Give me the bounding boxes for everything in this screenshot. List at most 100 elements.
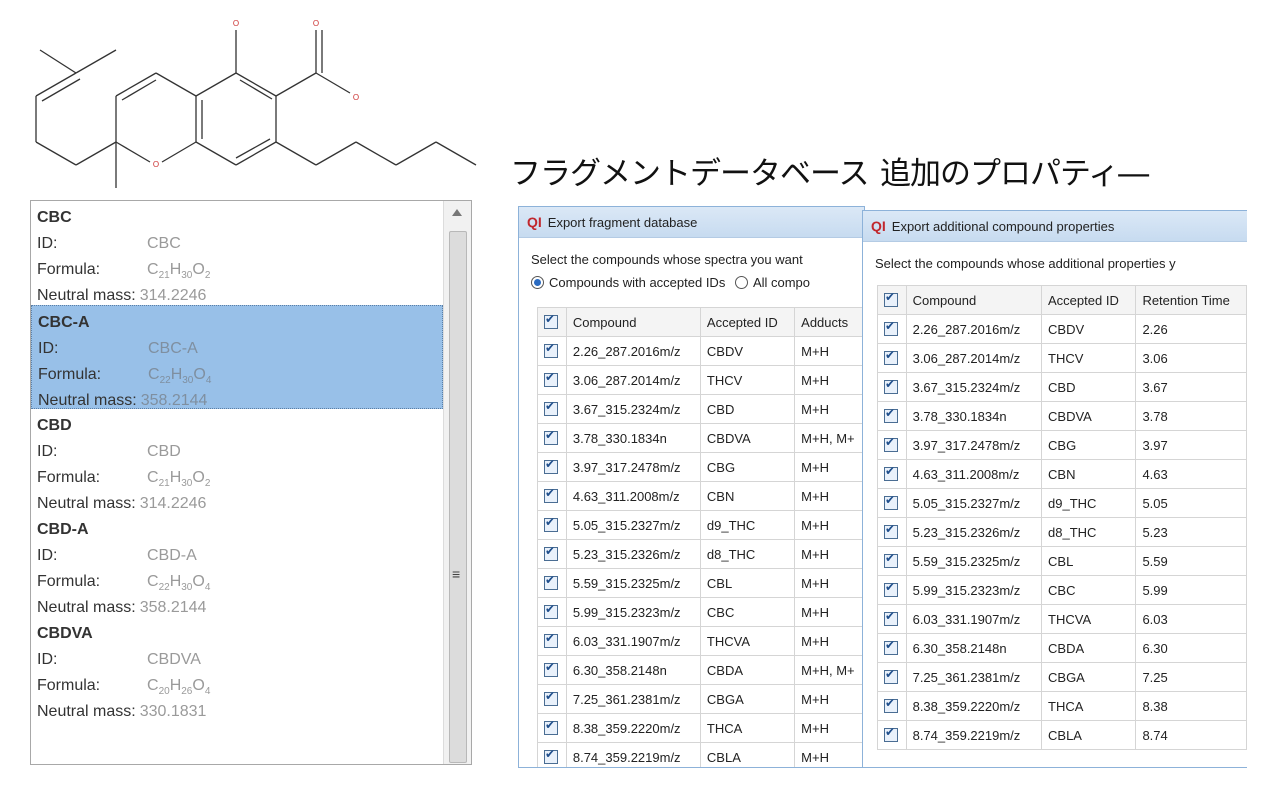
table-row[interactable]: 3.06_287.2014m/zTHCVM+H: [537, 365, 864, 395]
column-header[interactable]: Accepted ID: [699, 307, 796, 337]
checkbox-checked-icon[interactable]: [884, 493, 898, 510]
checkbox-checked-icon[interactable]: [544, 602, 558, 619]
table-row[interactable]: 3.78_330.1834nCBDVA3.78: [877, 401, 1247, 431]
table-row[interactable]: 8.38_359.2220m/zTHCA8.38: [877, 691, 1247, 721]
row-checkbox[interactable]: [877, 372, 907, 402]
table-row[interactable]: 6.03_331.1907m/zTHCVAM+H: [537, 626, 864, 656]
table-row[interactable]: 8.38_359.2220m/zTHCAM+H: [537, 713, 864, 743]
column-header[interactable]: Compound: [565, 307, 701, 337]
checkbox-checked-icon[interactable]: [544, 631, 558, 648]
table-row[interactable]: 8.74_359.2219m/zCBLA8.74: [877, 720, 1247, 750]
row-checkbox[interactable]: [537, 510, 567, 540]
table-row[interactable]: 6.03_331.1907m/zTHCVA6.03: [877, 604, 1247, 634]
compound-list-item[interactable]: CBC-A ID: CBC-A Formula: C22H30O4 Neutral mas…: [31, 305, 443, 409]
row-checkbox[interactable]: [537, 365, 567, 395]
select-all-checkbox[interactable]: [877, 285, 907, 315]
table-row[interactable]: 8.74_359.2219m/zCBLAM+H: [537, 742, 864, 767]
table-row[interactable]: 6.30_358.2148nCBDAM+H, M+: [537, 655, 864, 685]
table-row[interactable]: 6.30_358.2148nCBDA6.30: [877, 633, 1247, 663]
table-row[interactable]: 5.23_315.2326m/zd8_THCM+H: [537, 539, 864, 569]
table-row[interactable]: 5.59_315.2325m/zCBLM+H: [537, 568, 864, 598]
checkbox-checked-icon[interactable]: [544, 573, 558, 590]
checkbox-checked-icon[interactable]: [884, 464, 898, 481]
checkbox-checked-icon[interactable]: [544, 370, 558, 387]
row-checkbox[interactable]: [877, 517, 907, 547]
radio-all-compounds[interactable]: All compo: [734, 275, 810, 290]
table-row[interactable]: 4.63_311.2008m/zCBN4.63: [877, 459, 1247, 489]
row-checkbox[interactable]: [537, 655, 567, 685]
column-header[interactable]: Retention Time: [1135, 285, 1247, 315]
table-row[interactable]: 5.23_315.2326m/zd8_THC5.23: [877, 517, 1247, 547]
radio-selected-icon[interactable]: [531, 276, 544, 289]
row-checkbox[interactable]: [537, 394, 567, 424]
checkbox-checked-icon[interactable]: [884, 667, 898, 684]
column-header[interactable]: Adducts: [794, 307, 864, 337]
checkbox-checked-icon[interactable]: [884, 406, 898, 423]
table-row[interactable]: 3.06_287.2014m/zTHCV3.06: [877, 343, 1247, 373]
row-checkbox[interactable]: [537, 684, 567, 714]
row-checkbox[interactable]: [877, 691, 907, 721]
checkbox-checked-icon[interactable]: [884, 319, 898, 336]
checkbox-checked-icon[interactable]: [544, 312, 558, 329]
row-checkbox[interactable]: [537, 742, 567, 767]
checkbox-checked-icon[interactable]: [884, 609, 898, 626]
checkbox-checked-icon[interactable]: [544, 747, 558, 764]
row-checkbox[interactable]: [537, 423, 567, 453]
table-row[interactable]: 3.97_317.2478m/zCBG3.97: [877, 430, 1247, 460]
table-row[interactable]: 5.05_315.2327m/zd9_THC5.05: [877, 488, 1247, 518]
row-checkbox[interactable]: [537, 481, 567, 511]
column-header[interactable]: Compound: [905, 285, 1043, 315]
row-checkbox[interactable]: [537, 626, 567, 656]
checkbox-checked-icon[interactable]: [544, 660, 558, 677]
compound-list[interactable]: CBC ID: CBC Formula: C21H30O2 Neutral mass: 31…: [30, 200, 472, 765]
table-row[interactable]: 2.26_287.2016m/zCBDV2.26: [877, 314, 1247, 344]
checkbox-checked-icon[interactable]: [884, 638, 898, 655]
checkbox-checked-icon[interactable]: [884, 348, 898, 365]
scroll-up-arrow-icon[interactable]: [452, 209, 462, 216]
row-checkbox[interactable]: [537, 713, 567, 743]
checkbox-checked-icon[interactable]: [884, 580, 898, 597]
table-row[interactable]: 3.97_317.2478m/zCBGM+H: [537, 452, 864, 482]
table-row[interactable]: 3.67_315.2324m/zCBD3.67: [877, 372, 1247, 402]
checkbox-checked-icon[interactable]: [884, 522, 898, 539]
table-row[interactable]: 7.25_361.2381m/zCBGA7.25: [877, 662, 1247, 692]
row-checkbox[interactable]: [877, 604, 907, 634]
row-checkbox[interactable]: [877, 575, 907, 605]
checkbox-checked-icon[interactable]: [544, 486, 558, 503]
table-row[interactable]: 3.78_330.1834nCBDVAM+H, M+: [537, 423, 864, 453]
table-row[interactable]: 5.99_315.2323m/zCBC5.99: [877, 575, 1247, 605]
checkbox-checked-icon[interactable]: [544, 544, 558, 561]
table-row[interactable]: 5.05_315.2327m/zd9_THCM+H: [537, 510, 864, 540]
checkbox-checked-icon[interactable]: [544, 515, 558, 532]
column-header[interactable]: Accepted ID: [1041, 285, 1137, 315]
row-checkbox[interactable]: [877, 720, 907, 750]
row-checkbox[interactable]: [537, 452, 567, 482]
compound-list-item[interactable]: CBDVA ID: CBDVA Formula: C20H26O4 Neutral mas…: [31, 617, 443, 721]
table-row[interactable]: 3.67_315.2324m/zCBDM+H: [537, 394, 864, 424]
row-checkbox[interactable]: [537, 568, 567, 598]
row-checkbox[interactable]: [877, 662, 907, 692]
checkbox-checked-icon[interactable]: [544, 457, 558, 474]
row-checkbox[interactable]: [877, 459, 907, 489]
row-checkbox[interactable]: [537, 539, 567, 569]
row-checkbox[interactable]: [877, 343, 907, 373]
row-checkbox[interactable]: [537, 336, 567, 366]
checkbox-checked-icon[interactable]: [544, 428, 558, 445]
checkbox-checked-icon[interactable]: [884, 290, 898, 307]
row-checkbox[interactable]: [877, 401, 907, 431]
checkbox-checked-icon[interactable]: [884, 696, 898, 713]
checkbox-checked-icon[interactable]: [544, 689, 558, 706]
table-row[interactable]: 5.59_315.2325m/zCBL5.59: [877, 546, 1247, 576]
checkbox-checked-icon[interactable]: [884, 377, 898, 394]
row-checkbox[interactable]: [877, 546, 907, 576]
row-checkbox[interactable]: [877, 488, 907, 518]
row-checkbox[interactable]: [877, 314, 907, 344]
checkbox-checked-icon[interactable]: [884, 725, 898, 742]
compound-list-item[interactable]: CBD-A ID: CBD-A Formula: C22H30O4 Neutral mas…: [31, 513, 443, 617]
checkbox-checked-icon[interactable]: [884, 435, 898, 452]
checkbox-checked-icon[interactable]: [884, 551, 898, 568]
row-checkbox[interactable]: [877, 430, 907, 460]
row-checkbox[interactable]: [877, 633, 907, 663]
table-row[interactable]: 7.25_361.2381m/zCBGAM+H: [537, 684, 864, 714]
table-row[interactable]: 2.26_287.2016m/zCBDVM+H: [537, 336, 864, 366]
